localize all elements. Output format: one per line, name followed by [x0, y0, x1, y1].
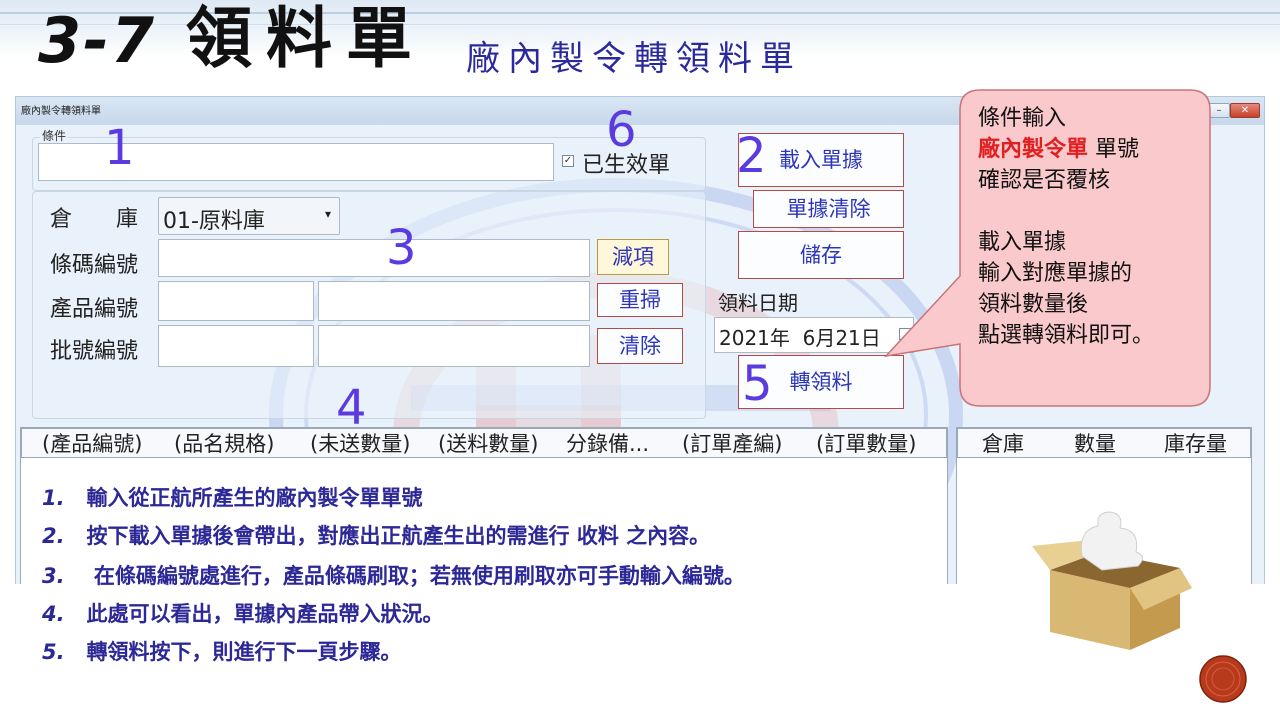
grid-column-header[interactable]: (送料數量) [438, 429, 538, 459]
instruction-item: 3. 在條碼編號處進行，產品條碼刷取；若無使用刷取亦可手動輸入編號。 [42, 563, 745, 589]
grid-column-header[interactable]: 分錄備... [566, 429, 649, 459]
warehouse-select[interactable]: 01-原料庫 ▾ [158, 197, 340, 235]
callout-line: 點選轉領料即可。 [978, 323, 1155, 348]
slide-number: 3-7 [38, 4, 157, 77]
product-name-input[interactable] [318, 281, 590, 321]
slide-title: 領料單 [186, 0, 426, 77]
callout-line: 輸入對應單據的 [978, 261, 1133, 286]
subtract-button[interactable]: 減項 [597, 239, 669, 275]
callout-line: 條件輸入 [978, 106, 1067, 131]
instruction-item: 2. 按下載入單據後會帶出，對應出正航產生出的需進行 收料 之內容。 [42, 523, 711, 549]
grid-column-header[interactable]: 倉庫 [982, 429, 1024, 459]
puzzle-box-icon [1032, 511, 1192, 650]
nav-circle-icon[interactable] [1198, 654, 1248, 704]
date-label: 領料日期 [718, 291, 798, 315]
barcode-label: 條碼編號 [50, 253, 139, 278]
step-marker-4: 4 [336, 380, 367, 436]
step-marker-1: 1 [104, 120, 135, 176]
batch-extra-input[interactable] [318, 325, 590, 367]
callout-highlight: 廠內製令單 [978, 136, 1089, 162]
grid-column-header[interactable]: (產品編號) [42, 429, 142, 459]
callout-line: 領料數量後 [978, 292, 1089, 317]
callout-line: 載入單據 [978, 230, 1067, 255]
barcode-input[interactable] [158, 239, 590, 277]
grid-column-header[interactable]: (訂單產編) [682, 429, 782, 459]
instruction-list: 1. 輸入從正航所產生的廠內製令單單號 2. 按下載入單據後會帶出，對應出正航產… [42, 482, 1002, 682]
close-button[interactable]: ✕ [1230, 103, 1260, 118]
batch-label: 批號編號 [50, 339, 139, 364]
step-marker-2: 2 [736, 128, 767, 184]
window-title: 廠內製令轉領料單 [21, 106, 101, 117]
grid-column-header[interactable]: 數量 [1074, 429, 1116, 459]
step-marker-5: 5 [742, 356, 773, 412]
callout-line: 確認是否覆核 [978, 168, 1111, 193]
rescan-button[interactable]: 重掃 [597, 283, 683, 317]
date-value: 2021年 6月21日 [719, 326, 881, 350]
warehouse-value: 01-原料庫 [163, 209, 265, 234]
grid-column-header[interactable]: 庫存量 [1164, 429, 1227, 459]
checkbox-icon[interactable]: ✓ [562, 155, 574, 167]
instruction-item: 1. 輸入從正航所產生的廠內製令單單號 [42, 485, 423, 511]
callout-line: 廠內製令單 單號 [978, 136, 1140, 162]
product-label: 產品編號 [50, 297, 139, 322]
warehouse-label: 倉 庫 [50, 207, 139, 232]
callout-text: 條件輸入 廠內製令單 單號 確認是否覆核 載入單據 輸入對應單據的 領料數量後 … [978, 103, 1154, 351]
side-grid-header: 倉庫 數量 庫存量 [957, 428, 1251, 458]
grid-column-header[interactable]: (訂單數量) [816, 429, 916, 459]
instruction-item: 5. 轉領料按下，則進行下一頁步驟。 [42, 639, 402, 665]
clear-button[interactable]: 清除 [597, 328, 683, 364]
grid-column-header[interactable]: (品名規格) [174, 429, 274, 459]
chevron-down-icon: ▾ [325, 207, 332, 221]
product-code-input[interactable] [158, 281, 314, 321]
step-marker-6: 6 [606, 102, 637, 158]
condition-label: 條件 [40, 127, 69, 144]
slide-subtitle: 廠內製令轉領料單 [466, 39, 802, 79]
main-grid-header: (產品編號) (品名規格) (未送數量) (送料數量) 分錄備... (訂單產編… [21, 428, 947, 458]
step-marker-3: 3 [386, 220, 417, 276]
batch-input[interactable] [158, 325, 314, 367]
instruction-item: 4. 此處可以看出，單據內產品帶入狀況。 [42, 601, 444, 627]
